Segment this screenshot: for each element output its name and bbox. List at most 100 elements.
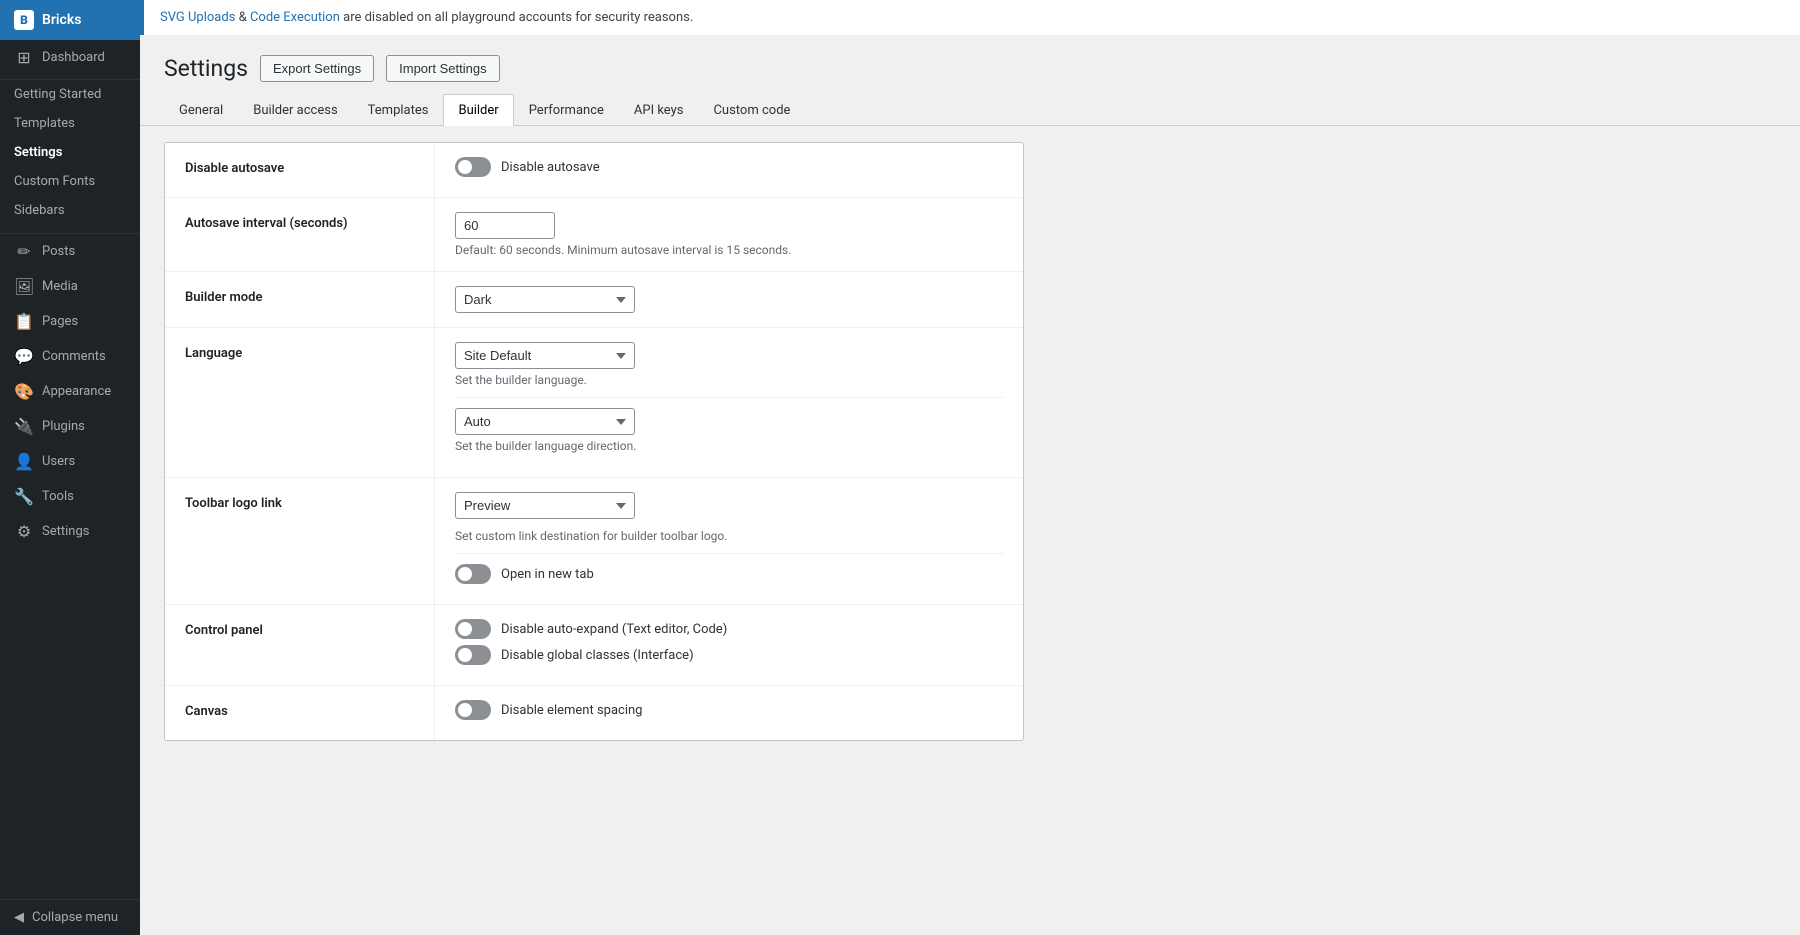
settings-content: Disable autosave Disable autosave Autosa… [140, 126, 1800, 757]
svg-uploads-link[interactable]: SVG Uploads [160, 10, 235, 25]
tab-api-keys[interactable]: API keys [619, 94, 699, 126]
row-autosave-interval: Autosave interval (seconds) Default: 60 … [165, 198, 1023, 272]
toggle-disable-elementspacing[interactable] [455, 700, 491, 720]
label-canvas: Canvas [165, 686, 435, 740]
row-control-panel: Control panel Disable auto-expand (Text … [165, 605, 1023, 686]
plugins-icon: 🔌 [14, 417, 34, 436]
row-canvas: Canvas Disable element spacing [165, 686, 1023, 740]
sidebar-item-posts[interactable]: ✏ Posts [0, 234, 140, 269]
tab-custom-code[interactable]: Custom code [698, 94, 805, 126]
autosave-interval-hint: Default: 60 seconds. Minimum autosave in… [455, 243, 1003, 257]
toggle-wrap-autosave: Disable autosave [455, 157, 1003, 177]
sidebar-dashboard-label: Dashboard [42, 50, 105, 65]
export-settings-button[interactable]: Export Settings [260, 55, 374, 82]
notice-ampersand: & [239, 10, 250, 25]
page-title: Settings [164, 55, 248, 82]
sidebar-item-appearance[interactable]: 🎨 Appearance [0, 374, 140, 409]
toggle-globalclasses-label: Disable global classes (Interface) [501, 648, 694, 663]
sidebar-logo-text: Bricks [42, 12, 81, 28]
sidebar-logo[interactable]: B Bricks [0, 0, 140, 40]
page-header: Settings Export Settings Import Settings [140, 35, 1800, 94]
sidebar-item-pages[interactable]: 📋 Pages [0, 304, 140, 339]
tab-builder-access[interactable]: Builder access [238, 94, 352, 126]
toggle-wrap-autoexpand: Disable auto-expand (Text editor, Code) [455, 619, 1003, 639]
tab-performance[interactable]: Performance [514, 94, 619, 126]
row-language: Language Site Default English French Ger… [165, 328, 1023, 478]
language-divider [455, 397, 1003, 398]
sidebar-item-sidebars[interactable]: Sidebars [0, 196, 140, 225]
posts-label: Posts [42, 244, 75, 259]
toggle-elementspacing-label: Disable element spacing [501, 703, 642, 718]
code-execution-link[interactable]: Code Execution [250, 10, 340, 25]
value-builder-mode: Dark Light Auto [435, 272, 1023, 327]
tab-general[interactable]: General [164, 94, 238, 126]
sidebar-item-plugins[interactable]: 🔌 Plugins [0, 409, 140, 444]
label-builder-mode: Builder mode [165, 272, 435, 327]
main-content: SVG Uploads & Code Execution are disable… [140, 0, 1800, 935]
toggle-wrap-elementspacing: Disable element spacing [455, 700, 1003, 720]
sidebar-item-settings[interactable]: Settings [0, 138, 140, 167]
tab-builder[interactable]: Builder [443, 94, 513, 126]
appearance-label: Appearance [42, 384, 111, 399]
appearance-icon: 🎨 [14, 382, 34, 401]
toggle-autosave-label: Disable autosave [501, 160, 600, 175]
sidebar-item-dashboard[interactable]: ⊞ Dashboard [0, 40, 140, 75]
value-language: Site Default English French German Set t… [435, 328, 1023, 477]
toolbar-divider [455, 553, 1003, 554]
toggle-open-newtab[interactable] [455, 564, 491, 584]
toggle-wrap-globalclasses: Disable global classes (Interface) [455, 645, 1003, 665]
row-disable-autosave: Disable autosave Disable autosave [165, 143, 1023, 198]
label-control-panel: Control panel [165, 605, 435, 685]
value-disable-autosave: Disable autosave [435, 143, 1023, 197]
sidebar-item-users[interactable]: 👤 Users [0, 444, 140, 479]
pages-icon: 📋 [14, 312, 34, 331]
bricks-logo-icon: B [14, 10, 34, 30]
tools-icon: 🔧 [14, 487, 34, 506]
settings-table: Disable autosave Disable autosave Autosa… [164, 142, 1024, 741]
notice-bar: SVG Uploads & Code Execution are disable… [140, 0, 1800, 35]
users-label: Users [42, 454, 75, 469]
users-icon: 👤 [14, 452, 34, 471]
sidebar-item-media[interactable]: 🖼 Media [0, 269, 140, 304]
toggle-disable-globalclasses[interactable] [455, 645, 491, 665]
tab-templates[interactable]: Templates [353, 94, 444, 126]
tabs-bar: General Builder access Templates Builder… [140, 94, 1800, 126]
comments-label: Comments [42, 349, 106, 364]
posts-icon: ✏ [14, 242, 34, 261]
collapse-menu-button[interactable]: ◀ Collapse menu [0, 899, 140, 935]
sidebar-item-comments[interactable]: 💬 Comments [0, 339, 140, 374]
label-language: Language [165, 328, 435, 477]
dashboard-icon: ⊞ [14, 48, 34, 67]
label-toolbar-logo-link: Toolbar logo link [165, 478, 435, 604]
toggle-newtab-label: Open in new tab [501, 567, 594, 582]
toggle-autoexpand-label: Disable auto-expand (Text editor, Code) [501, 622, 727, 637]
media-label: Media [42, 279, 78, 294]
value-toolbar-logo-link: Preview Dashboard Custom Set custom link… [435, 478, 1023, 604]
toggle-wrap-newtab: Open in new tab [455, 564, 1003, 584]
collapse-icon: ◀ [14, 910, 24, 925]
comments-icon: 💬 [14, 347, 34, 366]
label-autosave-interval: Autosave interval (seconds) [165, 198, 435, 271]
settings-wp-label: Settings [42, 524, 89, 539]
language-direction-select[interactable]: Auto LTR RTL [455, 408, 635, 435]
settings-wp-icon: ⚙ [14, 522, 34, 541]
toggle-disable-autoexpand[interactable] [455, 619, 491, 639]
value-autosave-interval: Default: 60 seconds. Minimum autosave in… [435, 198, 1023, 271]
toggle-autosave[interactable] [455, 157, 491, 177]
toolbar-logo-link-select[interactable]: Preview Dashboard Custom [455, 492, 635, 519]
autosave-interval-input[interactable] [455, 212, 555, 239]
language-hint: Set the builder language. [455, 373, 1003, 387]
import-settings-button[interactable]: Import Settings [386, 55, 499, 82]
value-canvas: Disable element spacing [435, 686, 1023, 740]
pages-label: Pages [42, 314, 78, 329]
builder-mode-select[interactable]: Dark Light Auto [455, 286, 635, 313]
sidebar-item-getting-started[interactable]: Getting Started [0, 80, 140, 109]
plugins-label: Plugins [42, 419, 85, 434]
collapse-label: Collapse menu [32, 910, 118, 925]
sidebar-item-settings-wp[interactable]: ⚙ Settings [0, 514, 140, 549]
sidebar-item-templates[interactable]: Templates [0, 109, 140, 138]
sidebar-item-tools[interactable]: 🔧 Tools [0, 479, 140, 514]
language-select[interactable]: Site Default English French German [455, 342, 635, 369]
sidebar-item-custom-fonts[interactable]: Custom Fonts [0, 167, 140, 196]
sidebar: B Bricks ⊞ Dashboard Getting Started Tem… [0, 0, 140, 935]
